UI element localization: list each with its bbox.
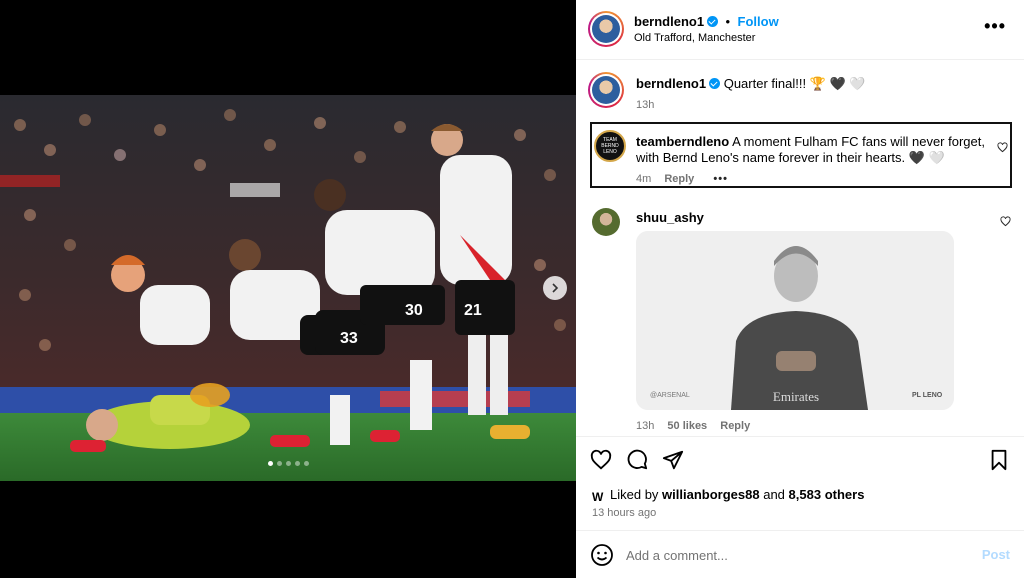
media-panel: 30 21 33 [0,0,576,578]
comment-username[interactable]: shuu_ashy [636,210,704,225]
post-photo[interactable]: 30 21 33 [0,95,576,481]
header-separator: • [725,14,731,29]
comment-options-icon[interactable]: ••• [713,173,728,185]
post-timestamp[interactable]: 13 hours ago [592,507,656,519]
gif-image: Emirates @ARSENAL PL LENO [636,231,954,410]
heart-outline-icon[interactable] [1000,216,1011,227]
add-comment-bar: Post [576,530,1024,578]
comment-time: 4m [636,173,652,185]
more-options-icon[interactable]: ••• [984,17,1006,35]
bookmark-icon[interactable] [988,449,1010,471]
verified-badge-icon [709,78,721,89]
jersey-number-30: 30 [405,302,423,319]
author-username[interactable]: berndleno1 [634,14,704,29]
likes-others[interactable]: 8,583 others [789,487,865,502]
comment-time: 13h [636,420,655,432]
comment-body: teamberndleno A moment Fulham FC fans wi… [636,134,996,166]
shuu-avatar[interactable] [592,208,620,236]
reply-button[interactable]: Reply [664,173,694,185]
commenter-avatar[interactable]: TEAM BERND LENO [594,130,626,162]
post-actions: W Liked by willianborges88 and 8,583 othe… [576,436,1024,530]
liker-avatar-icon[interactable]: W [592,490,606,504]
comment-meta: 13h 50 likes Reply [636,420,750,432]
carousel-dot [285,461,291,466]
likes-middle: and [763,487,785,502]
caption-text: Quarter final!!! 🏆 🖤 🤍 [723,76,866,91]
likes-summary: W Liked by willianborges88 and 8,583 othe… [592,487,864,504]
post-location[interactable]: Old Trafford, Manchester [634,32,755,44]
reply-button[interactable]: Reply [720,420,750,432]
shirt-sponsor-text: Emirates [773,389,819,404]
author-avatar[interactable] [588,11,624,47]
liker-username[interactable]: willianborges88 [662,487,760,502]
comment-likes[interactable]: 50 likes [667,420,707,432]
caption-time: 13h [636,99,655,111]
carousel-dot [267,461,273,466]
verified-badge-icon [707,16,719,27]
next-slide-button[interactable] [543,276,567,300]
avatar-logo-text: TEAM BERND LENO [601,137,619,155]
post-comment-button[interactable]: Post [982,547,1010,562]
gif-watermark-left: @ARSENAL [650,392,690,399]
follow-button[interactable]: Follow [738,14,779,29]
caption: berndleno1 Quarter final!!! 🏆 🖤 🤍 [636,76,1006,92]
carousel-dot [303,461,309,466]
comment-gif[interactable]: Emirates @ARSENAL PL LENO [636,231,954,410]
celebration-photo: 30 21 33 [0,95,576,481]
comment-meta: 4m Reply ••• [636,173,728,185]
heart-outline-icon[interactable] [590,449,612,471]
caption-username[interactable]: berndleno1 [636,76,706,91]
gif-watermark-right: PL LENO [912,392,943,399]
carousel-indicator [0,461,576,466]
caption-avatar[interactable] [588,72,624,108]
smiley-icon[interactable] [590,543,614,567]
chevron-right-icon [552,283,559,293]
comment-teamberndleno: TEAM BERND LENO teamberndleno A moment F… [590,122,1012,188]
carousel-dot [294,461,300,466]
jersey-number-33: 33 [340,330,358,347]
paper-plane-icon[interactable] [662,449,684,471]
comment-bubble-icon[interactable] [626,449,648,471]
post-details-panel: berndleno1 • Follow Old Trafford, Manche… [576,0,1024,578]
comment-username[interactable]: teamberndleno [636,134,729,149]
instagram-post-modal: 30 21 33 berndleno1 • Follow Old Traffor… [0,0,1024,578]
post-header: berndleno1 • Follow Old Trafford, Manche… [576,0,1024,60]
comment-input[interactable] [626,545,956,565]
likes-prefix: Liked by [610,487,659,502]
jersey-number-21: 21 [464,302,482,319]
carousel-dot [276,461,282,466]
heart-outline-icon[interactable] [997,142,1008,153]
